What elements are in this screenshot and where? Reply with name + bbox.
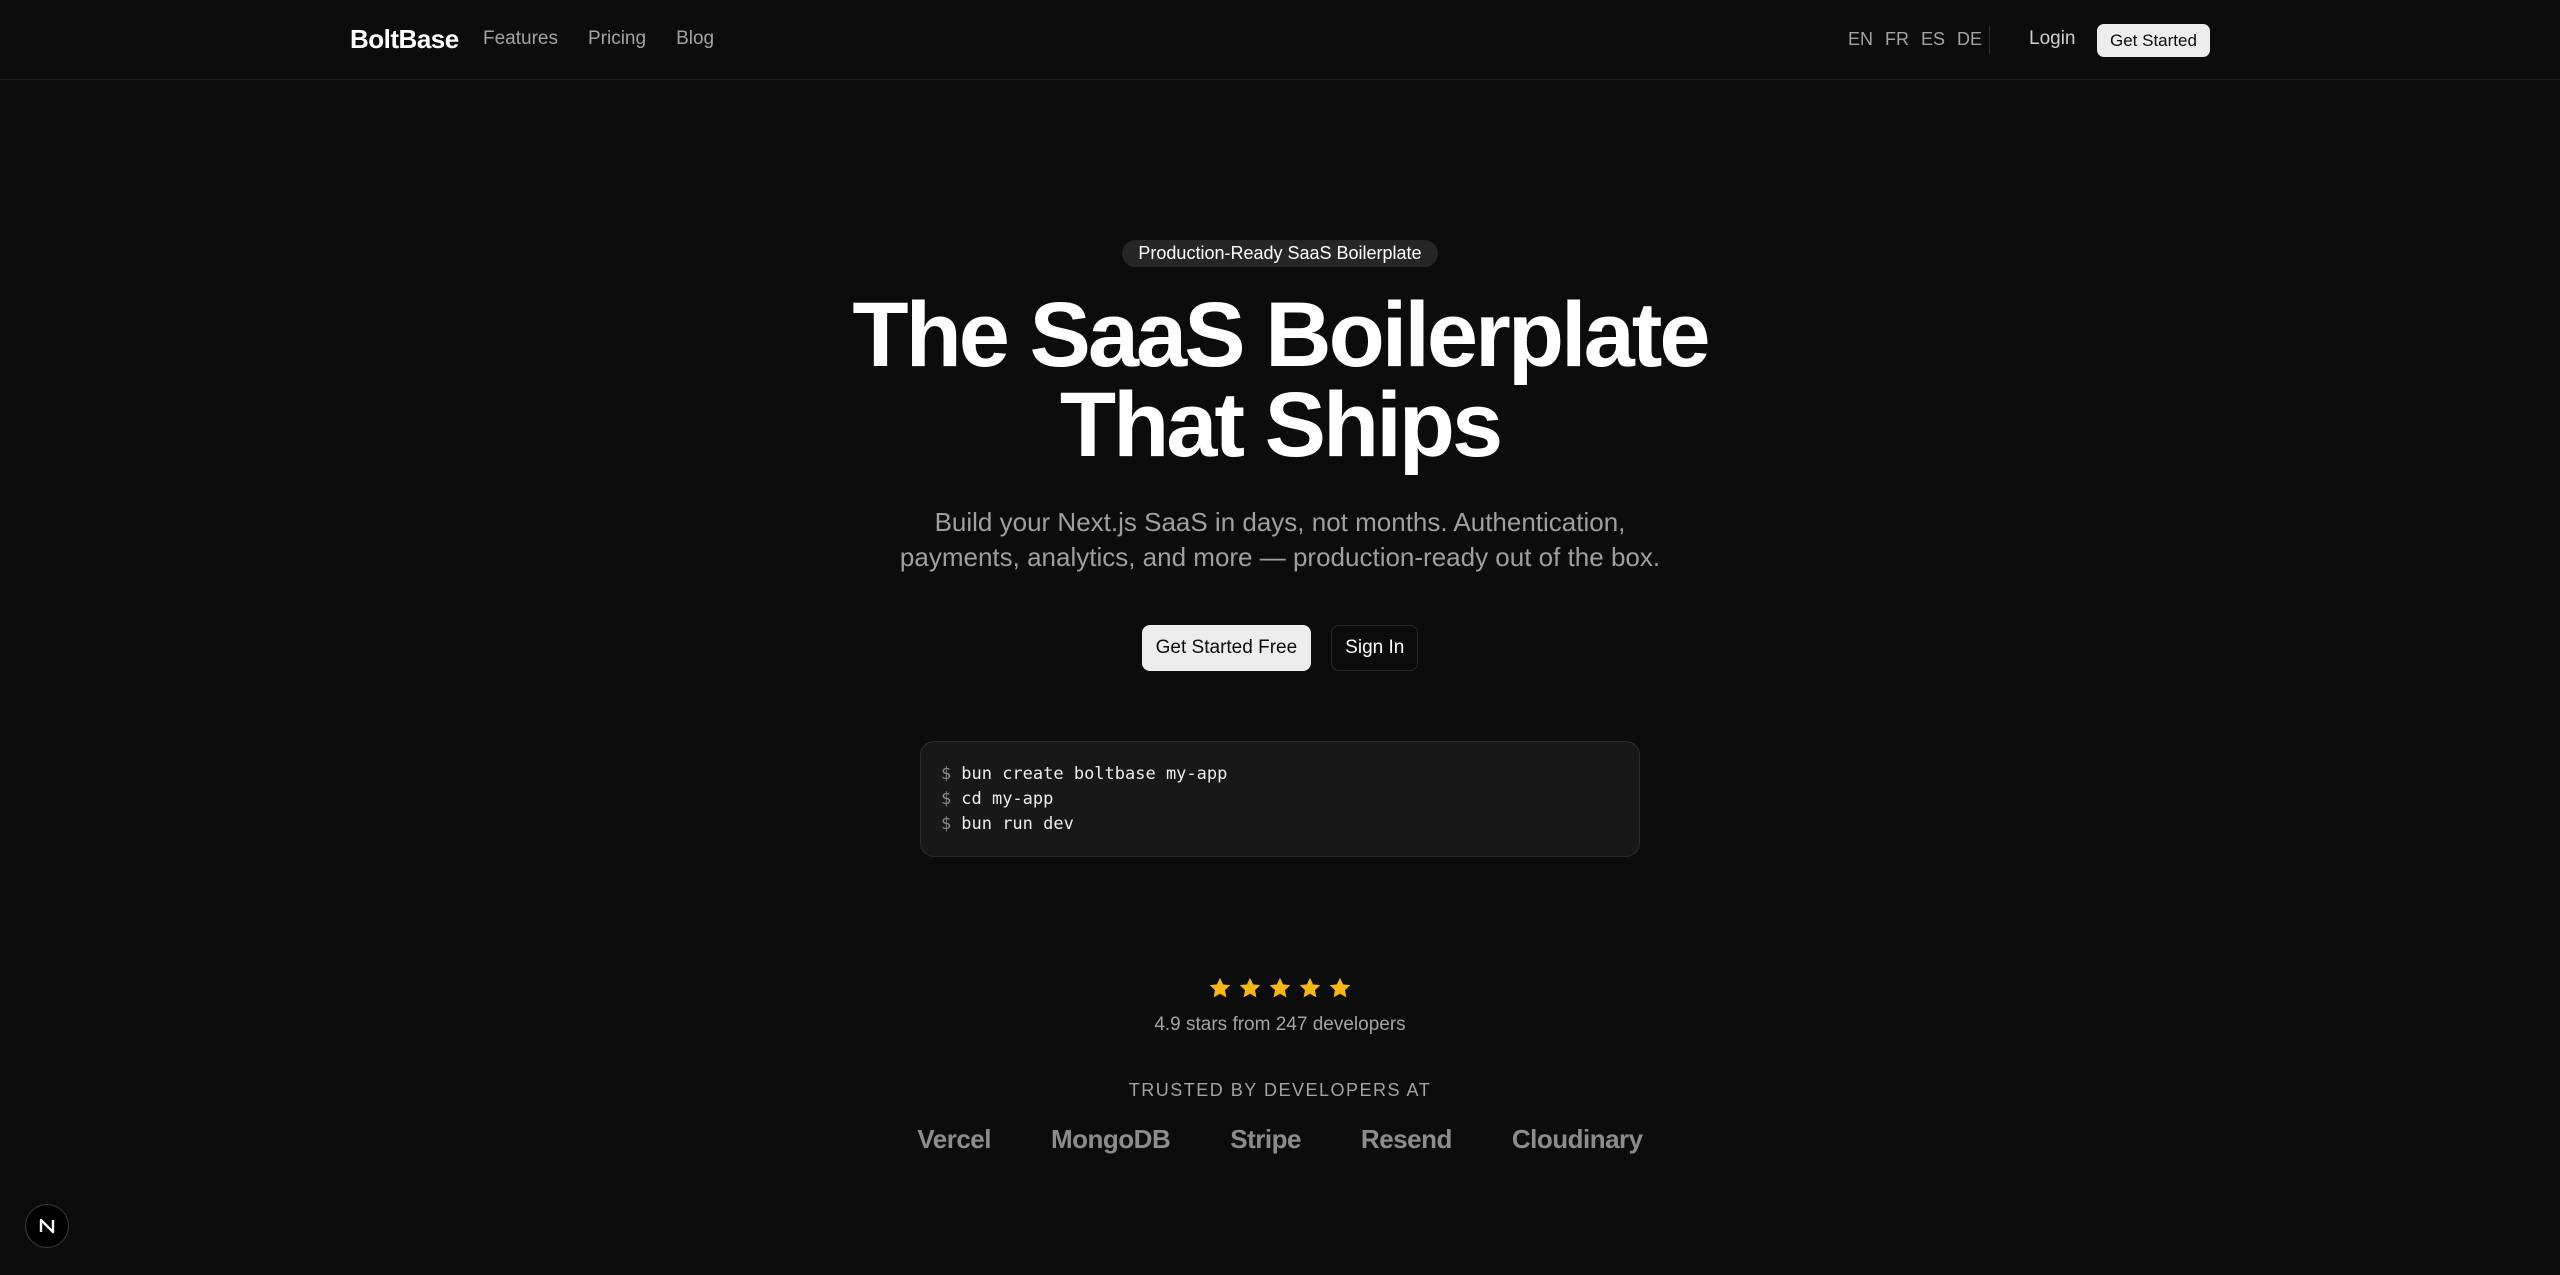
nav-link-features[interactable]: Features <box>483 28 558 50</box>
logo-cloudinary: Cloudinary <box>1511 1124 1643 1154</box>
terminal-command: bun create boltbase my-app <box>961 764 1228 784</box>
nav-links: Features Pricing Blog <box>483 28 714 50</box>
star-icon <box>1269 977 1291 998</box>
star-icon <box>1209 977 1231 998</box>
nextjs-logo-icon <box>39 1218 55 1234</box>
lang-es[interactable]: ES <box>1921 29 1945 50</box>
hero-subheading: Build your Next.js SaaS in days, not mon… <box>780 505 1780 575</box>
get-started-button[interactable]: Get Started <box>2097 24 2210 57</box>
terminal-code-block: $ bun create boltbase my-app $ cd my-app… <box>920 741 1640 857</box>
star-icon <box>1329 977 1351 998</box>
lang-de[interactable]: DE <box>1957 29 1982 50</box>
nav-divider <box>1989 26 1990 54</box>
hero-subheading-line-2: payments, analytics, and more — producti… <box>899 542 1661 572</box>
terminal-command: cd my-app <box>961 789 1054 809</box>
terminal-line: $ cd my-app <box>941 787 1619 812</box>
nextjs-dev-badge[interactable] <box>25 1204 69 1248</box>
terminal-command: bun run dev <box>961 814 1074 834</box>
terminal-line: $ bun create boltbase my-app <box>941 762 1619 787</box>
star-icon <box>1299 977 1321 998</box>
star-rating <box>0 975 2560 1001</box>
hero-badge-wrap: Production-Ready SaaS Boilerplate <box>0 240 2560 267</box>
trusted-by-label: TRUSTED BY DEVELOPERS AT <box>1128 1080 1432 1100</box>
hero-subheading-line-1: Build your Next.js SaaS in days, not mon… <box>934 507 1626 537</box>
hero-badge: Production-Ready SaaS Boilerplate <box>1122 240 1438 267</box>
lang-fr[interactable]: FR <box>1885 29 1909 50</box>
get-started-free-button[interactable]: Get Started Free <box>1141 625 1312 671</box>
sign-in-button[interactable]: Sign In <box>1331 625 1419 671</box>
hero-headline: The SaaS Boilerplate That Ships <box>0 284 2560 476</box>
hero-cta-group: Get Started Free Sign In <box>0 625 2560 671</box>
terminal-prompt: $ <box>941 764 952 784</box>
terminal-prompt: $ <box>941 789 952 809</box>
logo-vercel: Vercel <box>917 1124 991 1154</box>
company-logos: Vercel MongoDB Stripe Resend Cloudinary <box>0 1124 2560 1155</box>
terminal-line: $ bun run dev <box>941 812 1619 837</box>
logo-mongodb: MongoDB <box>1050 1124 1171 1154</box>
nav-link-pricing[interactable]: Pricing <box>588 28 646 50</box>
rating-text: 4.9 stars from 247 developers <box>1154 1014 1406 1035</box>
brand-logo[interactable]: BoltBase <box>350 24 459 55</box>
terminal-prompt: $ <box>941 814 952 834</box>
hero-headline-line-2: That Ships <box>1059 374 1503 476</box>
top-navigation: BoltBase Features Pricing Blog EN FR ES … <box>0 0 2560 80</box>
lang-en[interactable]: EN <box>1848 29 1873 50</box>
logo-stripe: Stripe <box>1230 1124 1301 1154</box>
nav-link-blog[interactable]: Blog <box>676 28 714 50</box>
login-link[interactable]: Login <box>2029 28 2076 50</box>
language-switcher: EN FR ES DE <box>1848 29 1982 50</box>
logo-resend: Resend <box>1360 1124 1452 1154</box>
hero-headline-line-1: The SaaS Boilerplate <box>852 284 1710 386</box>
star-icon <box>1239 977 1261 998</box>
